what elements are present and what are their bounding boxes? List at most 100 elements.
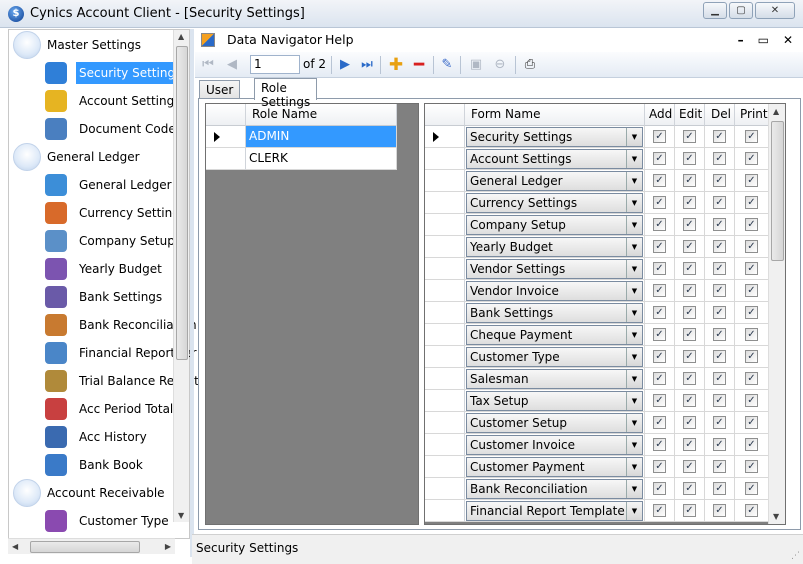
dropdown-arrow-icon[interactable]: ▼ [626,194,642,212]
print-checkbox[interactable]: ✓ [745,350,758,363]
del-checkbox[interactable]: ✓ [713,130,726,143]
scroll-up-icon[interactable]: ▲ [773,107,779,116]
del-checkbox[interactable]: ✓ [713,306,726,319]
dropdown-arrow-icon[interactable]: ▼ [626,370,642,388]
sidebar-group[interactable]: Master Settings [13,31,141,59]
print-checkbox[interactable]: ✓ [745,416,758,429]
print-checkbox[interactable]: ✓ [745,218,758,231]
del-checkbox[interactable]: ✓ [713,416,726,429]
dropdown-arrow-icon[interactable]: ▼ [626,326,642,344]
sidebar-item[interactable]: Acc Period Total [45,395,176,423]
form-name-combobox[interactable]: Vendor Settings ▼ [466,259,643,279]
print-checkbox[interactable]: ✓ [745,196,758,209]
add-checkbox[interactable]: ✓ [653,372,666,385]
row-header[interactable] [425,302,465,324]
edit-checkbox[interactable]: ✓ [683,196,696,209]
edit-checkbox[interactable]: ✓ [683,306,696,319]
edit-checkbox[interactable]: ✓ [683,372,696,385]
print-column-header[interactable]: Print [735,104,769,126]
maximize-button[interactable]: ▢ [729,2,753,19]
sidebar-item[interactable]: Company Setup [45,227,178,255]
row-header[interactable] [425,148,465,170]
form-name-combobox[interactable]: Customer Invoice ▼ [466,435,643,455]
del-checkbox[interactable]: ✓ [713,196,726,209]
del-checkbox[interactable]: ✓ [713,174,726,187]
form-name-combobox[interactable]: Cheque Payment ▼ [466,325,643,345]
add-checkbox[interactable]: ✓ [653,240,666,253]
edit-checkbox[interactable]: ✓ [683,394,696,407]
add-checkbox[interactable]: ✓ [653,504,666,517]
form-name-combobox[interactable]: Account Settings ▼ [466,149,643,169]
add-checkbox[interactable]: ✓ [653,284,666,297]
print-checkbox[interactable]: ✓ [745,328,758,341]
row-header[interactable] [425,324,465,346]
row-header[interactable] [425,456,465,478]
dropdown-arrow-icon[interactable]: ▼ [626,414,642,432]
add-checkbox[interactable]: ✓ [653,460,666,473]
role-name-cell[interactable]: CLERK [246,148,397,170]
dropdown-arrow-icon[interactable]: ▼ [626,238,642,256]
edit-checkbox[interactable]: ✓ [683,328,696,341]
dropdown-arrow-icon[interactable]: ▼ [626,392,642,410]
sidebar-item[interactable]: Bank Book [45,451,146,479]
scroll-right-icon[interactable]: ▶ [165,542,171,551]
scroll-thumb[interactable] [176,46,188,360]
row-header[interactable] [425,170,465,192]
move-previous-button[interactable]: ◀ [223,56,241,74]
form-name-combobox[interactable]: Salesman ▼ [466,369,643,389]
permissions-vertical-scrollbar[interactable]: ▲ ▼ [768,104,785,524]
print-checkbox[interactable]: ✓ [745,394,758,407]
form-name-combobox[interactable]: Bank Settings ▼ [466,303,643,323]
dropdown-arrow-icon[interactable]: ▼ [626,260,642,278]
row-header[interactable] [425,412,465,434]
sidebar-item[interactable]: Account Settings [45,87,183,115]
dropdown-arrow-icon[interactable]: ▼ [626,348,642,366]
row-header[interactable] [425,236,465,258]
dropdown-arrow-icon[interactable]: ▼ [626,216,642,234]
print-checkbox[interactable]: ✓ [745,174,758,187]
move-last-button[interactable]: ⏭ [358,56,376,74]
sidebar-item[interactable]: Document Code [45,115,179,143]
add-new-button[interactable]: ✚ [387,56,405,74]
dropdown-arrow-icon[interactable]: ▼ [626,150,642,168]
row-header[interactable] [425,500,465,522]
row-header[interactable] [425,478,465,500]
form-name-combobox[interactable]: Customer Type ▼ [466,347,643,367]
move-next-button[interactable]: ▶ [336,56,354,74]
mdi-minimize-button[interactable]: – [738,33,744,47]
form-name-combobox[interactable]: Company Setup ▼ [466,215,643,235]
form-name-column-header[interactable]: Form Name [465,104,645,126]
del-checkbox[interactable]: ✓ [713,460,726,473]
form-name-combobox[interactable]: Financial Report Template ▼ [466,501,643,521]
scroll-thumb[interactable] [771,121,784,261]
form-name-combobox[interactable]: Customer Payment ▼ [466,457,643,477]
row-header[interactable] [425,434,465,456]
del-checkbox[interactable]: ✓ [713,372,726,385]
del-checkbox[interactable]: ✓ [713,152,726,165]
sidebar-item[interactable]: Yearly Budget [45,255,165,283]
edit-checkbox[interactable]: ✓ [683,218,696,231]
edit-checkbox[interactable]: ✓ [683,482,696,495]
dropdown-arrow-icon[interactable]: ▼ [626,480,642,498]
add-checkbox[interactable]: ✓ [653,394,666,407]
print-checkbox[interactable]: ✓ [745,284,758,297]
print-checkbox[interactable]: ✓ [745,240,758,253]
row-header[interactable] [425,192,465,214]
add-checkbox[interactable]: ✓ [653,152,666,165]
dropdown-arrow-icon[interactable]: ▼ [626,172,642,190]
add-checkbox[interactable]: ✓ [653,306,666,319]
add-column-header[interactable]: Add [645,104,675,126]
add-checkbox[interactable]: ✓ [653,196,666,209]
move-first-button[interactable]: ⏮ [199,56,217,74]
del-column-header[interactable]: Del [705,104,735,126]
add-checkbox[interactable]: ✓ [653,350,666,363]
del-checkbox[interactable]: ✓ [713,438,726,451]
dropdown-arrow-icon[interactable]: ▼ [626,502,642,520]
role-name-cell[interactable]: ADMIN [246,126,397,148]
scroll-down-icon[interactable]: ▼ [178,511,184,520]
sidebar-item[interactable]: Acc History [45,423,150,451]
form-name-combobox[interactable]: Vendor Invoice ▼ [466,281,643,301]
edit-checkbox[interactable]: ✓ [683,240,696,253]
dropdown-arrow-icon[interactable]: ▼ [626,304,642,322]
menu-help[interactable]: Help [325,32,354,47]
